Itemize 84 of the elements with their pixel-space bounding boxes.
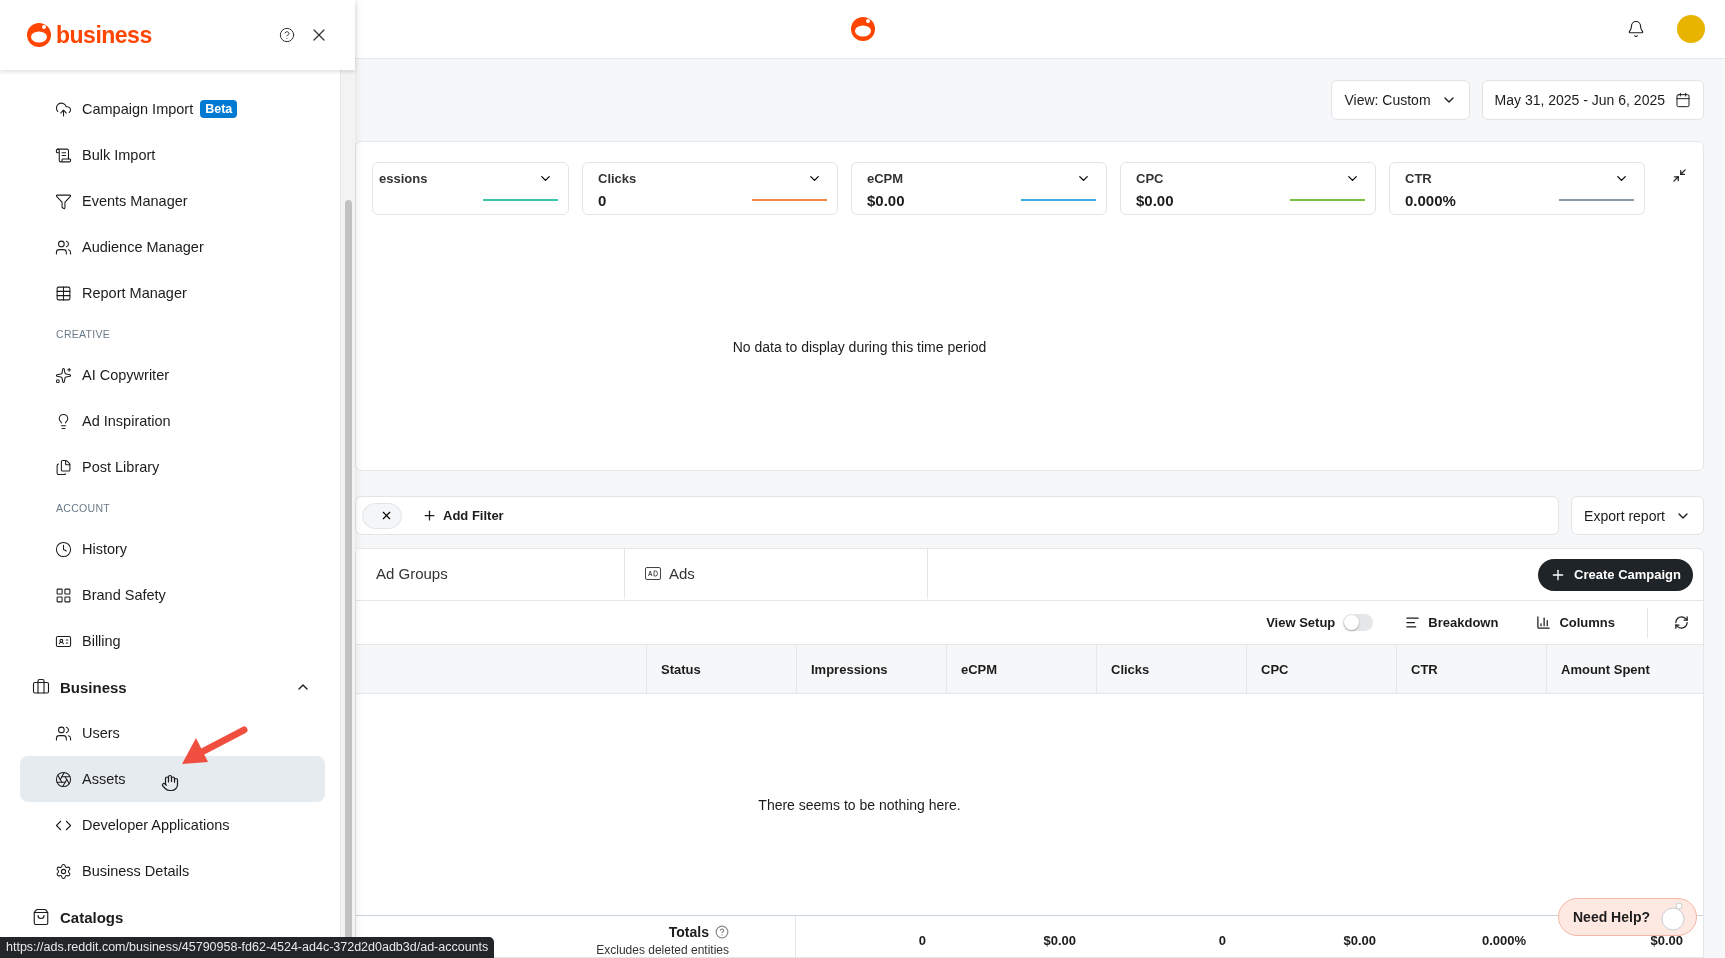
section-heading: CREATIVE [55,327,112,342]
empty-table-message: There seems to be nothing here. [758,796,961,813]
refresh-icon[interactable] [1674,615,1689,630]
ad-icon [645,567,661,580]
nav-item[interactable]: Business Details [20,848,325,894]
create-campaign-button[interactable]: Create Campaign [1538,558,1693,591]
total-value: 0 [1218,933,1226,950]
lines-icon [1405,615,1421,630]
nav-item[interactable]: Bulk Import [20,132,325,178]
document-icon [55,146,72,164]
logo-icon [849,16,876,42]
metric-card[interactable]: eCPM $0.00 [851,162,1107,215]
nav-item[interactable]: Users [20,710,325,756]
brand-name: business [56,21,152,49]
cloud-upload-icon [55,100,72,118]
funnel-icon [55,192,72,210]
nav-item[interactable]: AI Copywriter [20,352,325,398]
column-header[interactable]: CTR [1396,645,1546,693]
remove-filter-button[interactable] [362,502,402,529]
view-setup-toggle[interactable] [1343,614,1374,631]
gear-icon [55,862,72,880]
totals-label: Totals [668,924,709,940]
column-header[interactable]: Clicks [1096,645,1246,693]
total-value: 0 [918,933,926,950]
add-filter-button[interactable]: Add Filter [416,507,510,524]
nav-item[interactable]: Developer Applications [20,802,325,848]
metric-card[interactable]: Clicks 0 [582,162,838,215]
nav-item[interactable]: Campaign Import Beta [20,86,325,132]
clock-icon [55,540,72,558]
nav-item[interactable]: Billing [20,618,325,664]
link-url-tooltip: https://ads.reddit.com/business/45790958-fd62-4524-ad4c-372d2d0adb3d/ad-accounts [0,937,495,958]
aperture-icon [55,770,72,788]
people-icon [55,238,72,256]
total-value: $0.00 [1650,933,1683,950]
nav-group[interactable]: Business [20,664,325,710]
nav-group[interactable]: Catalogs [20,894,325,940]
columns-button[interactable]: Columns [1530,614,1621,631]
collapse-icon[interactable] [1672,168,1687,183]
people-icon [55,724,72,742]
table-icon [55,284,72,302]
column-header[interactable]: eCPM [946,645,1096,693]
total-value: $0.00 [1043,933,1076,950]
nav-item[interactable]: Assets [20,756,325,802]
section-heading: ACCOUNT [55,501,111,516]
column-header[interactable]: Status [646,645,796,693]
level-tab[interactable]: Ad Groups [356,549,625,600]
nav-item[interactable]: History [20,526,325,572]
help-figure-icon [1658,902,1688,932]
total-value: $0.00 [1343,933,1376,950]
nav-item[interactable]: Brand Safety [20,572,325,618]
metric-card[interactable]: essions [372,162,569,215]
breakdown-button[interactable]: Breakdown [1399,614,1505,631]
totals-note: Excludes deleted entities [596,943,729,957]
date-range-picker[interactable]: May 31, 2025 - Jun 6, 2025 [1481,80,1704,120]
help-icon[interactable] [279,27,295,43]
metric-card[interactable]: CTR 0.000% [1389,162,1645,215]
nav-item[interactable]: Audience Manager [20,224,325,270]
nav-item[interactable]: Report Manager [20,270,325,316]
calendar-icon [1675,92,1691,108]
nav-item[interactable]: Ad Inspiration [20,398,325,444]
plus-icon [422,508,437,523]
view-select[interactable]: View: Custom [1331,80,1470,120]
nav-item[interactable]: Post Library [20,444,325,490]
metric-card[interactable]: CPC $0.00 [1120,162,1376,215]
column-header[interactable]: Impressions [796,645,946,693]
grid-icon [55,586,72,604]
shopping-bag-icon [32,908,50,926]
files-icon [55,458,72,476]
briefcase-icon [32,678,50,696]
export-report-button[interactable]: Export report [1571,496,1704,535]
bars-icon [1536,615,1552,630]
hand-cursor-icon [161,774,179,792]
close-icon [380,509,393,522]
logo-icon [26,22,52,48]
view-setup-label: View Setup [1266,615,1336,630]
bell-icon[interactable] [1627,20,1645,38]
beta-badge: Beta [200,100,238,118]
need-help-button[interactable]: Need Help? [1558,898,1697,936]
total-value: 0.000% [1481,933,1526,950]
nav-item[interactable]: Events Manager [20,178,325,224]
column-header[interactable]: Amount Spent [1546,645,1703,693]
column-header[interactable]: CPC [1246,645,1396,693]
sparkle-icon [55,366,72,384]
empty-chart-message: No data to display during this time period [732,338,987,355]
